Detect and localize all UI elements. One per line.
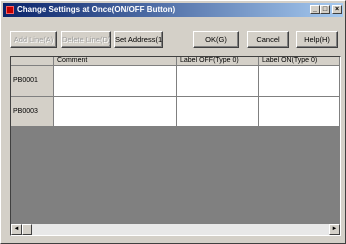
- delete-line-button[interactable]: Delete Line(D): [61, 31, 111, 48]
- label-off-cell[interactable]: [177, 66, 259, 97]
- row-header[interactable]: PB0003: [11, 97, 54, 127]
- ok-button[interactable]: OK(G): [193, 31, 239, 48]
- window-title: Change Settings at Once(ON/OFF Button): [17, 5, 176, 14]
- scroll-left-icon[interactable]: ◄: [11, 224, 22, 235]
- change-settings-dialog: Change Settings at Once(ON/OFF Button) _…: [0, 0, 346, 244]
- scroll-thumb[interactable]: [22, 224, 32, 235]
- app-icon: [6, 6, 14, 14]
- label-off-cell[interactable]: [177, 97, 259, 127]
- scroll-right-icon[interactable]: ►: [329, 224, 340, 235]
- label-on-cell[interactable]: [259, 97, 340, 127]
- add-line-button[interactable]: Add Line(A): [10, 31, 57, 48]
- help-button[interactable]: Help(H): [296, 31, 338, 48]
- title-bar[interactable]: Change Settings at Once(ON/OFF Button) _…: [3, 3, 343, 17]
- cancel-button[interactable]: Cancel: [247, 31, 289, 48]
- comment-cell[interactable]: [54, 97, 177, 127]
- settings-grid: Comment Label OFF(Type 0) Label ON(Type …: [10, 56, 341, 236]
- label-on-cell[interactable]: [259, 66, 340, 97]
- column-header-comment[interactable]: Comment: [54, 57, 177, 66]
- row-header[interactable]: PB0001: [11, 66, 54, 97]
- grid-corner: [11, 57, 54, 66]
- column-header-label-on[interactable]: Label ON(Type 0): [259, 57, 340, 66]
- set-address-button[interactable]: Set Address(1): [114, 31, 163, 48]
- maximize-button[interactable]: □: [320, 5, 330, 14]
- close-button[interactable]: ×: [332, 5, 342, 14]
- horizontal-scrollbar[interactable]: ◄ ►: [11, 224, 340, 235]
- column-header-label-off[interactable]: Label OFF(Type 0): [177, 57, 259, 66]
- minimize-button[interactable]: _: [310, 5, 320, 14]
- comment-cell[interactable]: [54, 66, 177, 97]
